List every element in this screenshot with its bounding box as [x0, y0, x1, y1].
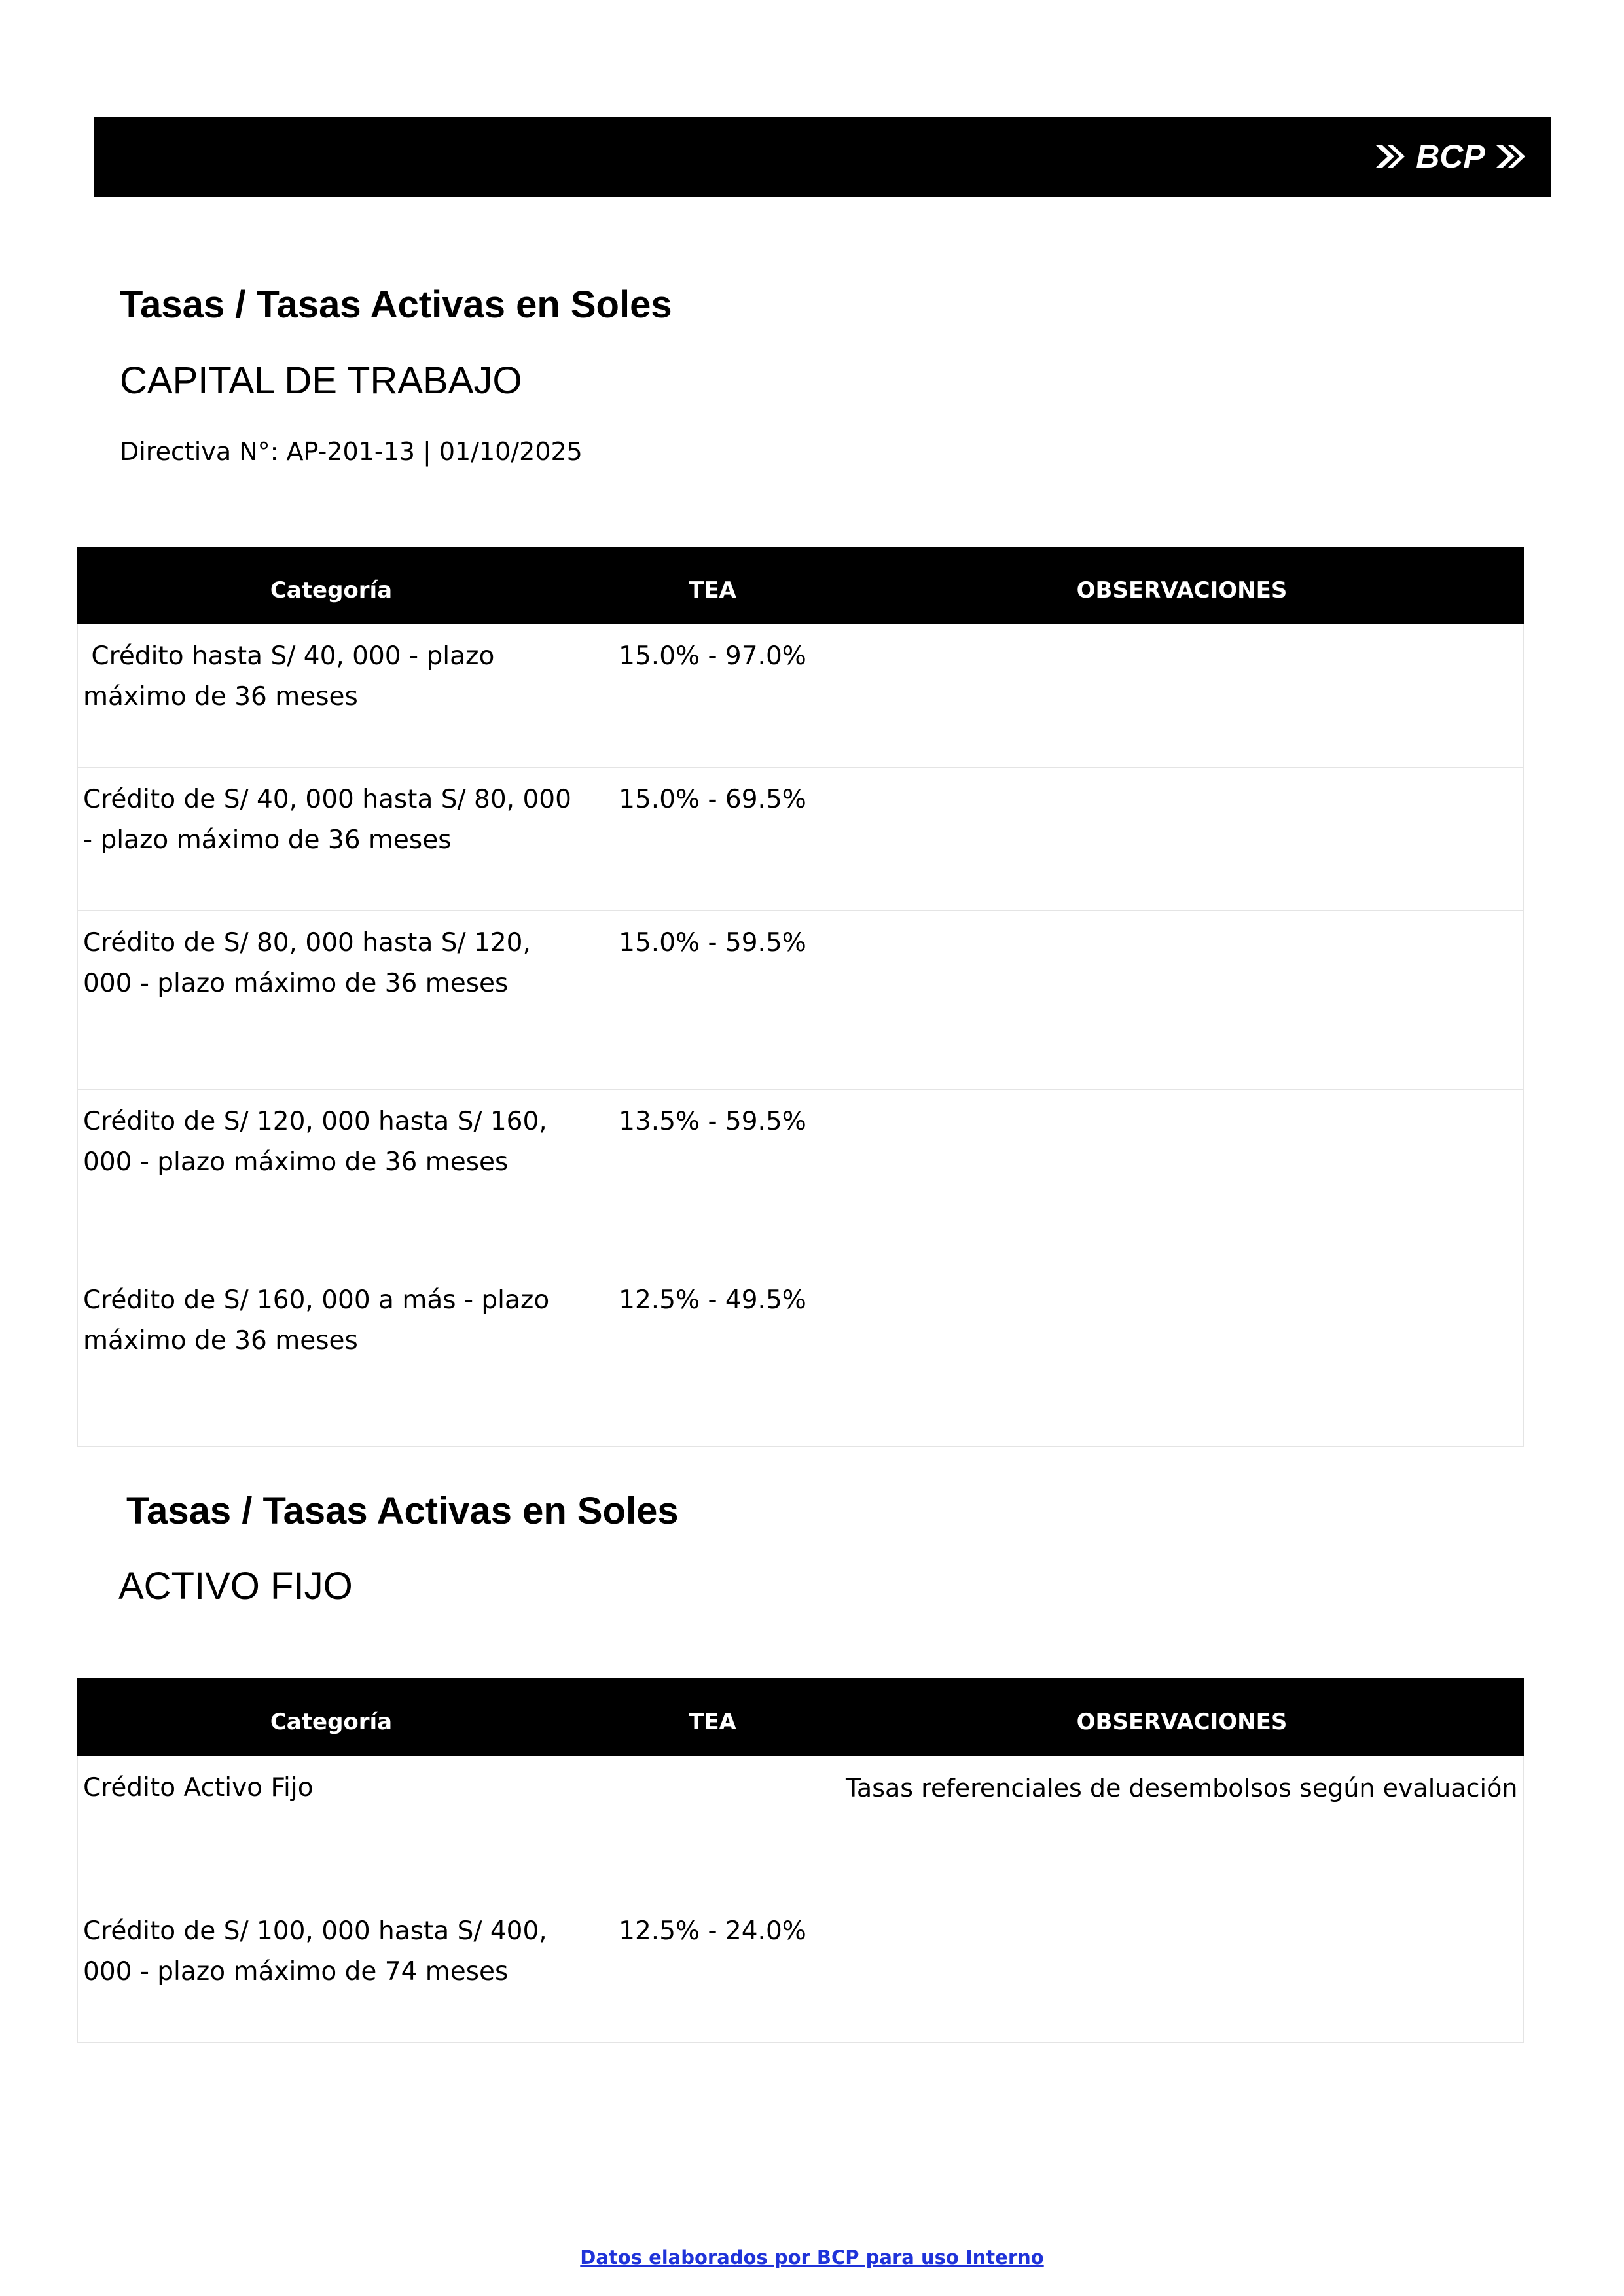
table-row: Crédito de S/ 40, 000 hasta S/ 80, 000 -…	[77, 767, 1524, 911]
footer-note: Datos elaborados por BCP para uso Intern…	[580, 2246, 1044, 2269]
header-observaciones: OBSERVACIONES	[840, 547, 1524, 624]
header-categoria: Categoría	[77, 547, 585, 624]
bcp-logo-text: BCP	[1416, 138, 1485, 175]
cell-observaciones: Tasas referenciales de desembolsos según…	[840, 1755, 1524, 1899]
table-row: Crédito de S/ 120, 000 hasta S/ 160, 000…	[77, 1089, 1524, 1268]
cell-category: Crédito de S/ 80, 000 hasta S/ 120, 000 …	[77, 910, 585, 1090]
cell-observaciones	[840, 1089, 1524, 1268]
cell-category: Crédito de S/ 100, 000 hasta S/ 400, 000…	[77, 1899, 585, 2043]
table-row: Crédito de S/ 80, 000 hasta S/ 120, 000 …	[77, 910, 1524, 1090]
section1-subtitle: CAPITAL DE TRABAJO	[120, 359, 522, 402]
section1-title: Tasas / Tasas Activas en Soles	[120, 283, 672, 326]
header-tea: TEA	[585, 1678, 840, 1756]
cell-category: Crédito Activo Fijo	[77, 1755, 585, 1899]
bcp-logo-mark: BCP	[1376, 138, 1525, 175]
cell-tea: 15.0% - 97.0%	[585, 624, 840, 768]
cell-category: Crédito de S/ 40, 000 hasta S/ 80, 000 -…	[77, 767, 585, 911]
table-header-row: Categoría TEA OBSERVACIONES	[77, 547, 1524, 624]
cell-tea: 12.5% - 49.5%	[585, 1268, 840, 1447]
header-tea: TEA	[585, 547, 840, 624]
table-row: Crédito de S/ 160, 000 a más - plazo máx…	[77, 1268, 1524, 1447]
header-bar: BCP	[94, 117, 1551, 197]
cell-category: Crédito de S/ 120, 000 hasta S/ 160, 000…	[77, 1089, 585, 1268]
table-row: Crédito de S/ 100, 000 hasta S/ 400, 000…	[77, 1899, 1524, 2043]
bcp-logo: BCP	[1375, 136, 1525, 177]
cell-tea: 13.5% - 59.5%	[585, 1089, 840, 1268]
cell-tea	[585, 1755, 840, 1899]
cell-observaciones	[840, 624, 1524, 768]
table-header-row: Categoría TEA OBSERVACIONES	[77, 1678, 1524, 1756]
cell-tea: 15.0% - 69.5%	[585, 767, 840, 911]
activo-fijo-table: Categoría TEA OBSERVACIONES Crédito Acti…	[77, 1678, 1524, 2043]
capital-trabajo-table: Categoría TEA OBSERVACIONES Crédito hast…	[77, 547, 1524, 1447]
cell-observaciones	[840, 1899, 1524, 2043]
header-observaciones: OBSERVACIONES	[840, 1678, 1524, 1756]
cell-observaciones	[840, 767, 1524, 911]
header-categoria: Categoría	[77, 1678, 585, 1756]
cell-category: Crédito hasta S/ 40, 000 - plazo máximo …	[77, 624, 585, 768]
section2-title: Tasas / Tasas Activas en Soles	[126, 1490, 679, 1532]
cell-tea: 15.0% - 59.5%	[585, 910, 840, 1090]
table-row: Crédito hasta S/ 40, 000 - plazo máximo …	[77, 624, 1524, 768]
directive-line: Directiva N°: AP-201-13 | 01/10/2025	[120, 437, 583, 466]
section2-subtitle: ACTIVO FIJO	[118, 1565, 353, 1607]
table-row: Crédito Activo Fijo Tasas referenciales …	[77, 1755, 1524, 1899]
cell-category: Crédito de S/ 160, 000 a más - plazo máx…	[77, 1268, 585, 1447]
cell-observaciones	[840, 910, 1524, 1090]
cell-tea: 12.5% - 24.0%	[585, 1899, 840, 2043]
cell-observaciones	[840, 1268, 1524, 1447]
